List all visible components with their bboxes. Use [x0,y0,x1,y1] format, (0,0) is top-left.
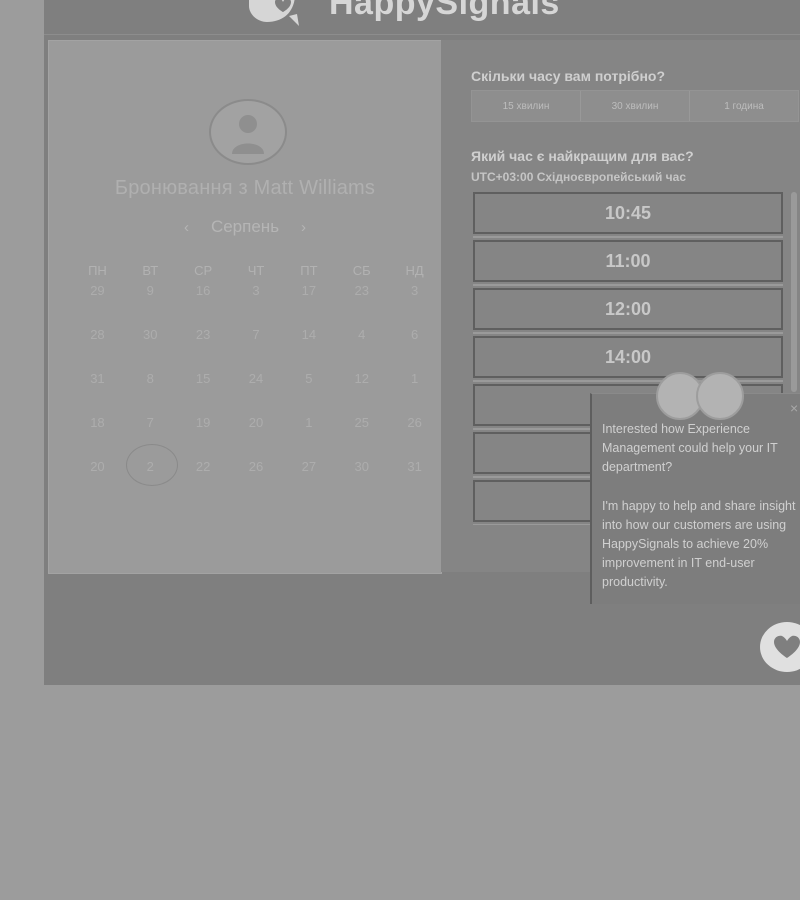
timezone-label: UTC+03:00 Східноєвропейський час [471,170,686,184]
calendar-day[interactable]: 24 [230,371,283,386]
weekday-label: НД [405,263,424,278]
weekday-label: ЧТ [247,263,265,278]
chat-popup: Interested how Experience Management cou… [590,393,800,604]
calendar-day[interactable]: 6 [388,327,441,342]
calendar-day[interactable]: 23 [177,327,230,342]
calendar-day[interactable]: 14 [282,327,335,342]
brand-logo: HappySignals [249,0,560,28]
slot-list-scrollbar[interactable] [791,192,797,392]
duration-question: Скільки часу вам потрібно? [471,68,666,84]
calendar-day[interactable]: 28 [71,327,124,342]
calendar-day[interactable]: 16 [177,283,230,298]
calendar-day[interactable]: 23 [335,283,388,298]
calendar-day[interactable]: 31 [71,371,124,386]
calendar-day[interactable]: 7 [230,327,283,342]
calendar-day[interactable]: 19 [177,415,230,430]
calendar-day[interactable]: 30 [124,327,177,342]
calendar-day[interactable]: 3 [388,283,441,298]
chat-message-2: I'm happy to help and share insight into… [602,499,796,589]
calendar-day[interactable]: 12 [335,371,388,386]
calendar-day[interactable]: 25 [335,415,388,430]
person-icon [232,115,264,154]
chat-agent-avatars [656,372,746,420]
calendar-day[interactable]: 27 [282,459,335,474]
calendar-day[interactable]: 3 [230,283,283,298]
weekday-label: ПТ [300,263,318,278]
calendar-day[interactable]: 9 [124,283,177,298]
calendar-week: 31 8 15 24 5 12 1 [71,371,441,386]
time-question: Який час є найкращим для вас? [471,148,694,164]
calendar-day[interactable]: 20 [230,415,283,430]
weekday-label: СБ [352,263,371,278]
calendar-day[interactable]: 31 [388,459,441,474]
header-divider [44,34,800,35]
calendar-day[interactable]: 26 [388,415,441,430]
chat-heart-icon [774,635,800,658]
calendar-day[interactable]: 8 [124,371,177,386]
booking-title: Бронювання з Matt Williams [114,177,376,199]
weekday-header: ПН ВТ СР ЧТ ПТ СБ НД [71,263,441,278]
calendar-day[interactable]: 30 [335,459,388,474]
time-slot-button[interactable]: 10:45 [473,192,783,237]
time-slot-button[interactable]: 12:00 [473,285,783,333]
calendar-day[interactable]: 7 [124,415,177,430]
calendar-week: 18 7 19 20 1 25 26 [71,415,441,430]
calendar-day[interactable]: 22 [177,459,230,474]
calendar-day[interactable]: 20 [71,459,124,474]
calendar-week: 20 2 22 26 27 30 31 [71,444,441,486]
chat-close-button[interactable]: × [790,400,798,416]
calendar-day[interactable]: 5 [282,371,335,386]
happysignals-logo-icon [249,0,299,26]
next-month-button[interactable]: › [301,219,306,236]
calendar-panel: Бронювання з Matt Williams ‹ Серпень › П… [48,40,442,574]
weekday-label: ПН [88,263,107,278]
calendar-week: 29 9 16 3 17 23 3 [71,283,441,298]
time-slot-button[interactable]: 11:00 [473,237,783,285]
calendar-day[interactable]: 26 [230,459,283,474]
prev-month-button[interactable]: ‹ [184,219,189,236]
chat-message-1: Interested how Experience Management cou… [602,422,778,474]
weekday-label: СР [194,263,213,278]
agent-avatar [696,372,744,420]
calendar-day[interactable]: 1 [282,415,335,430]
calendar-day[interactable]: 15 [177,371,230,386]
calendar-day[interactable]: 18 [71,415,124,430]
chat-launcher-button[interactable] [760,622,800,672]
month-navigator: ‹ Серпень › [49,217,441,237]
app-frame: HappySignals Бронювання з Matt Williams … [44,0,800,685]
duration-selector: 15 хвилин 30 хвилин 1 година [471,90,799,122]
host-avatar [209,99,287,165]
calendar-day[interactable]: 1 [388,371,441,386]
duration-option-60[interactable]: 1 година [690,91,798,121]
month-label: Серпень [210,217,280,236]
calendar-day-selected[interactable]: 2 [124,444,178,486]
weekday-label: ВТ [142,263,159,278]
chat-message: Interested how Experience Management cou… [602,420,800,612]
calendar-day[interactable]: 29 [71,283,124,298]
calendar-day[interactable]: 4 [335,327,388,342]
calendar-week: 28 30 23 7 14 4 6 [71,327,441,342]
brand-name: HappySignals [329,0,560,22]
calendar-day[interactable]: 17 [282,283,335,298]
duration-option-30[interactable]: 30 хвилин [581,91,690,121]
duration-option-15[interactable]: 15 хвилин [472,91,581,121]
